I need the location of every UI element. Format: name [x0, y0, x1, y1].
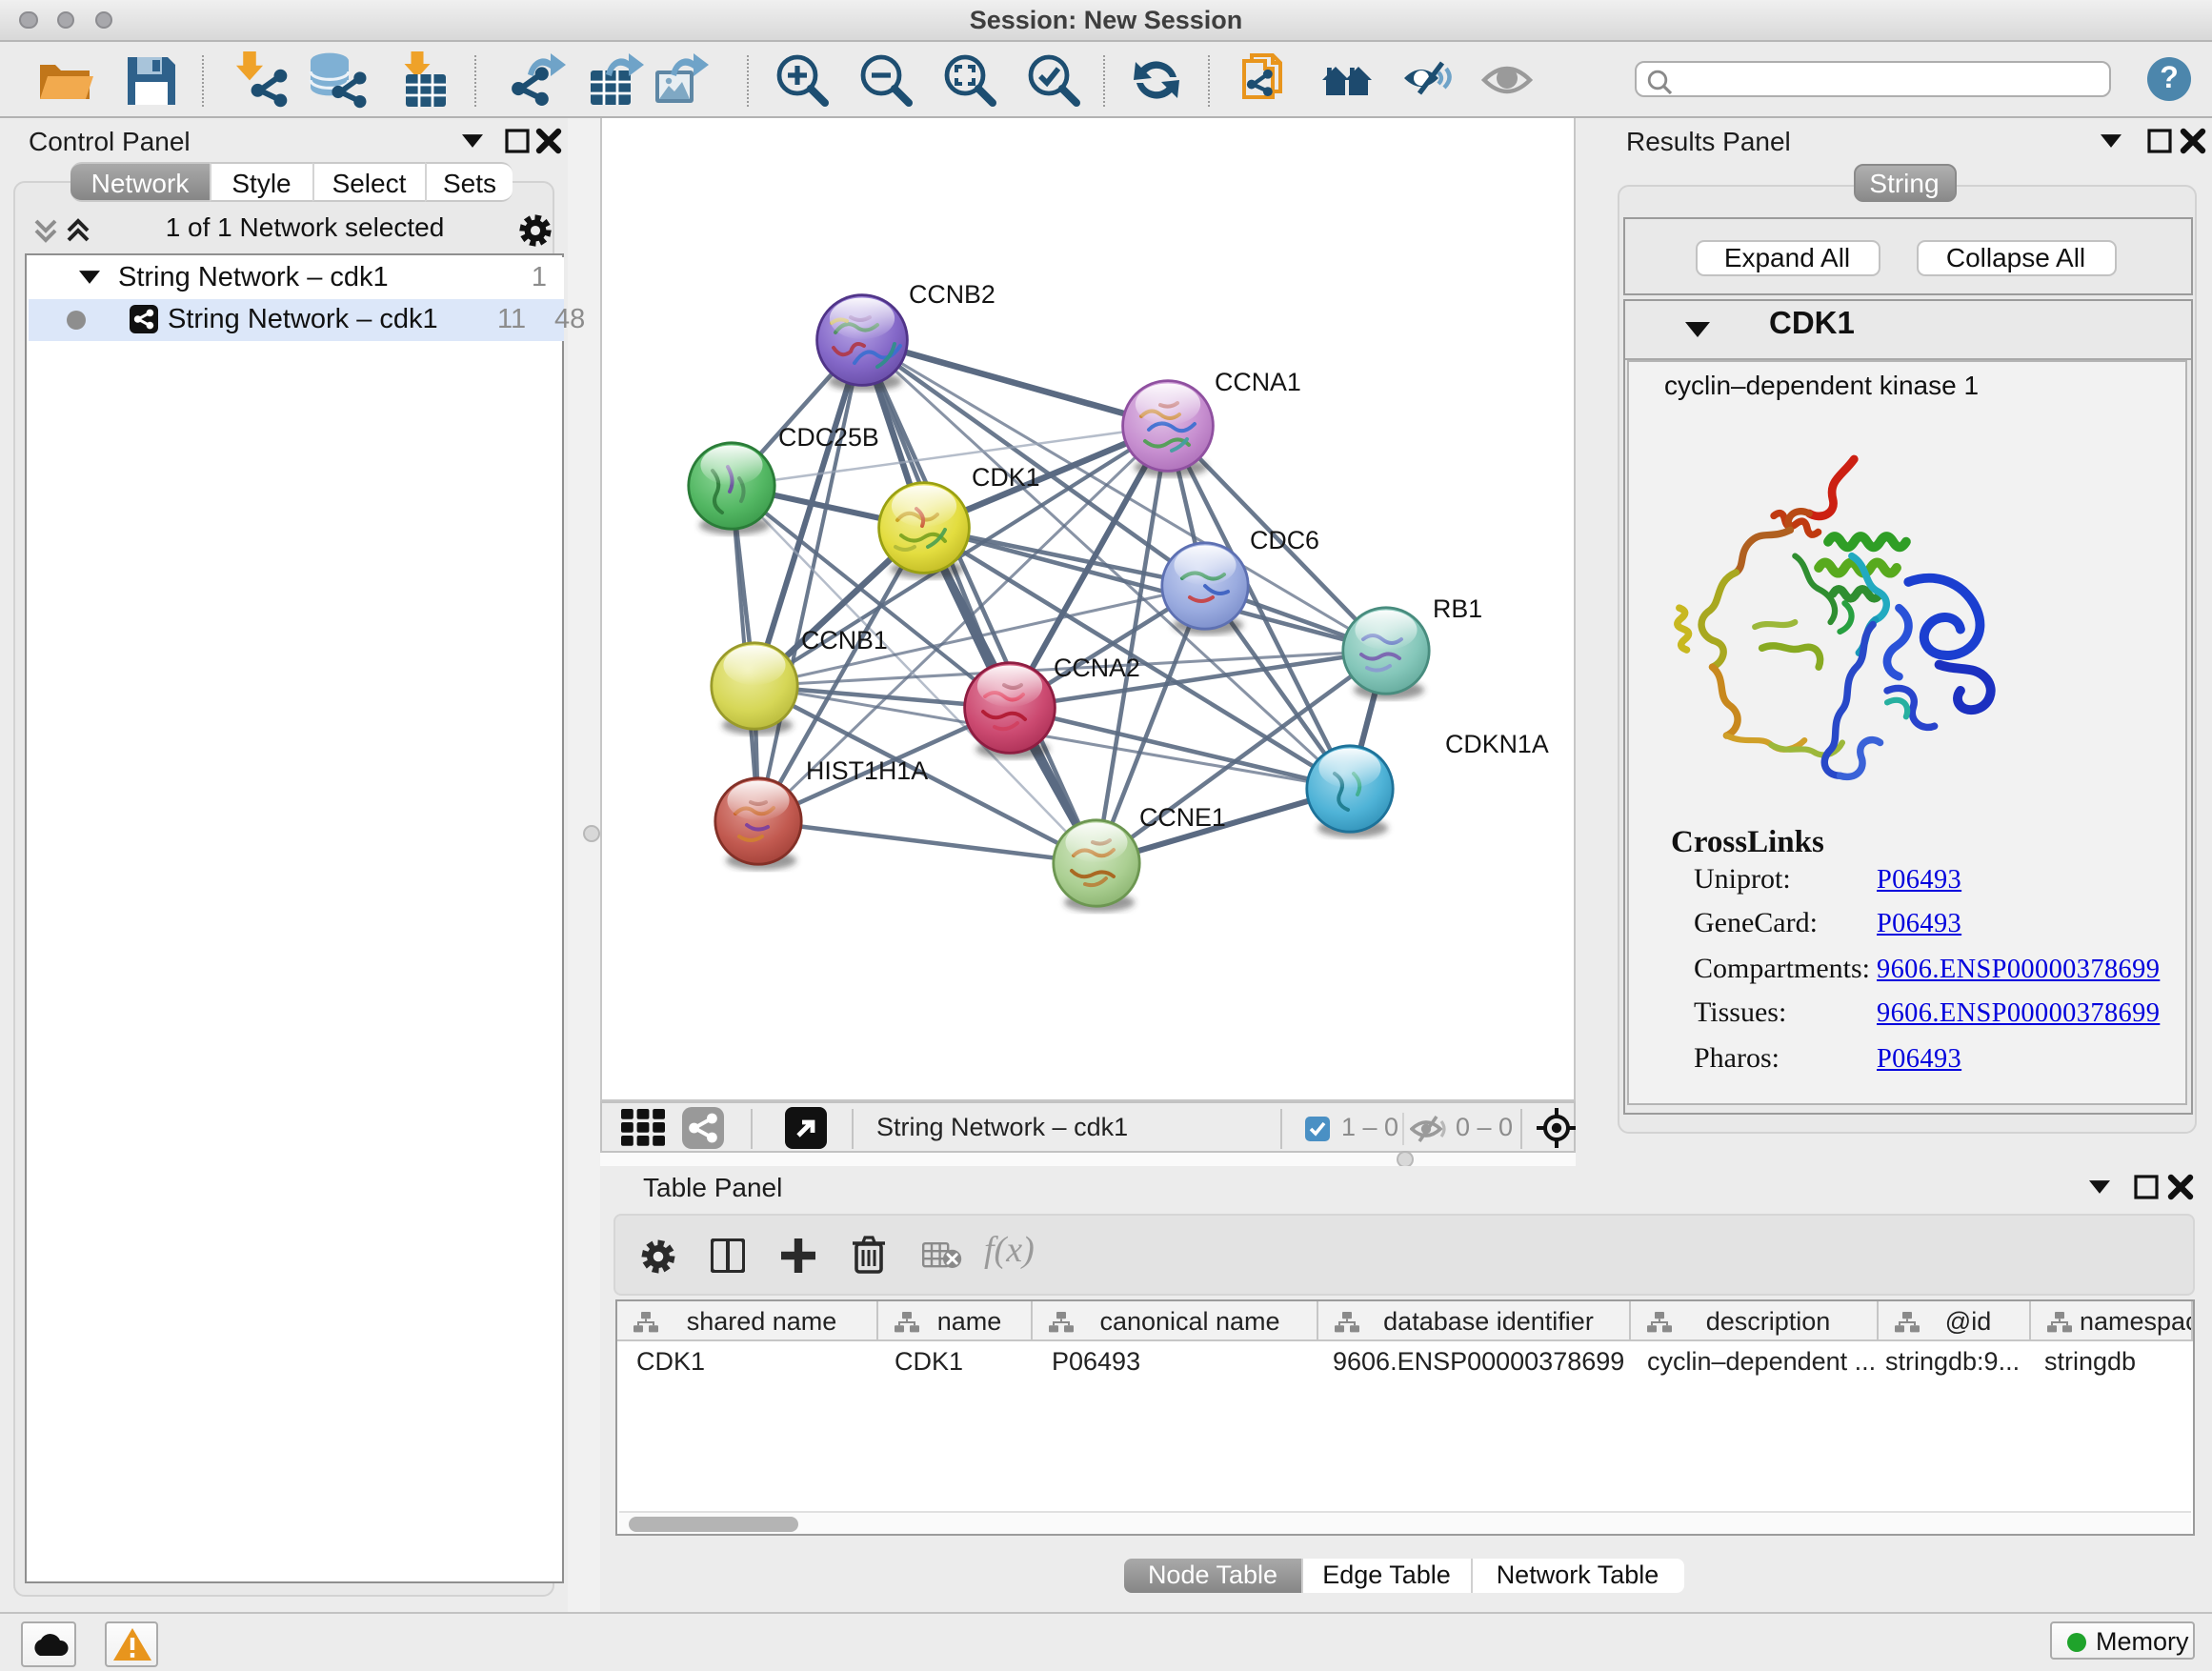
svg-text:CCNB1: CCNB1: [801, 625, 888, 654]
svg-text:CDKN1A: CDKN1A: [1445, 729, 1549, 757]
svg-text:CDC6: CDC6: [1250, 525, 1319, 554]
svg-text:CCNA2: CCNA2: [1054, 653, 1140, 681]
svg-text:CCNA1: CCNA1: [1215, 367, 1301, 395]
svg-text:CDC25B: CDC25B: [778, 422, 879, 451]
svg-text:CCNE1: CCNE1: [1139, 802, 1226, 831]
svg-text:RB1: RB1: [1433, 594, 1482, 622]
svg-text:HIST1H1A: HIST1H1A: [806, 755, 928, 784]
svg-text:CCNB2: CCNB2: [909, 279, 995, 308]
svg-text:CDK1: CDK1: [972, 462, 1039, 491]
